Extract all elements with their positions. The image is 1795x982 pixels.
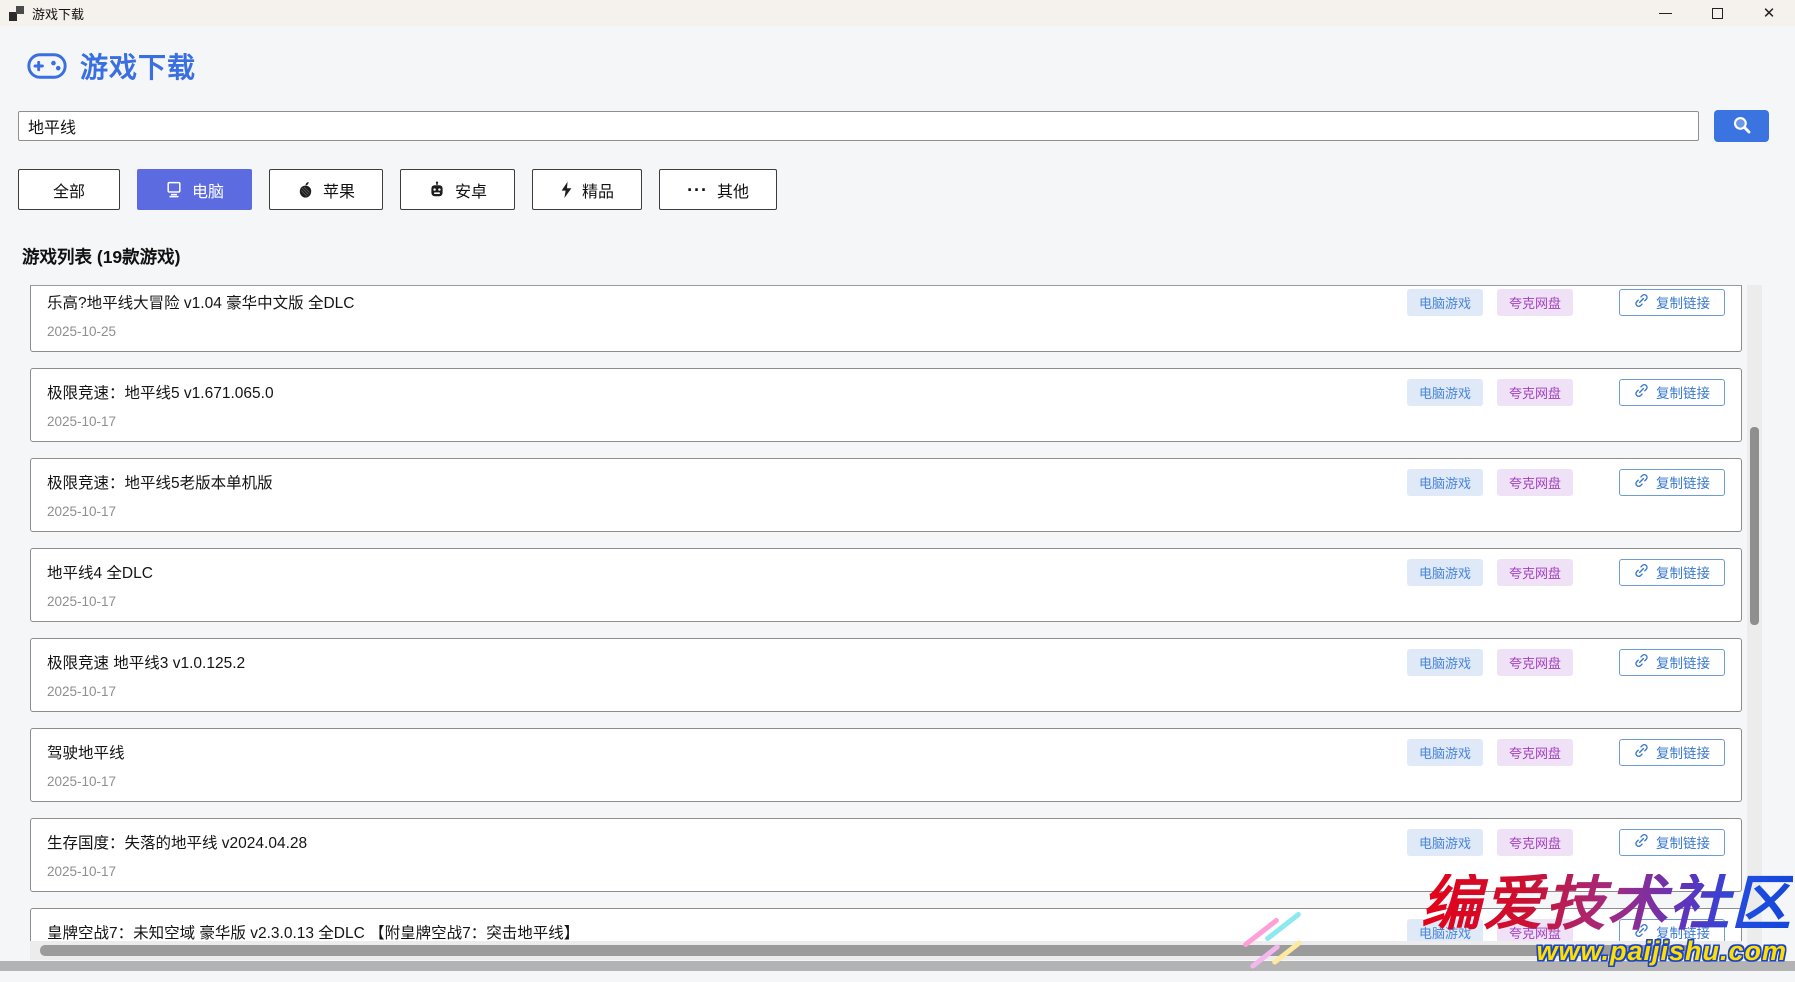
copy-link-button[interactable]: 复制链接 — [1619, 649, 1725, 676]
source-badge: 夸克网盘 — [1497, 379, 1573, 406]
game-list-item: 极限竞速 地平线3 v1.0.125.2 电脑游戏 夸克网盘 复制链接 2025… — [30, 638, 1742, 712]
copy-link-label: 复制链接 — [1656, 922, 1710, 942]
game-title: 极限竞速：地平线5 v1.671.065.0 — [47, 381, 1397, 403]
source-badge: 夸克网盘 — [1497, 739, 1573, 766]
platform-badge: 电脑游戏 — [1407, 739, 1483, 766]
source-badge: 夸克网盘 — [1497, 649, 1573, 676]
link-icon — [1634, 923, 1649, 941]
game-list: 乐高?地平线大冒险 v1.04 豪华中文版 全DLC 电脑游戏 夸克网盘 复制链… — [30, 285, 1742, 958]
game-date: 2025-10-17 — [47, 414, 1725, 429]
minimize-button[interactable] — [1639, 0, 1691, 26]
filter-label: 电脑 — [192, 178, 224, 202]
game-date: 2025-10-25 — [47, 324, 1725, 339]
app-window-icon — [9, 6, 24, 21]
ellipsis-icon: ··· — [687, 181, 708, 199]
gamepad-icon — [27, 50, 67, 82]
platform-badge: 电脑游戏 — [1407, 559, 1483, 586]
android-icon — [428, 181, 446, 199]
search-icon — [1732, 115, 1752, 138]
game-date: 2025-10-17 — [47, 594, 1725, 609]
source-badge: 夸克网盘 — [1497, 469, 1573, 496]
window-title: 游戏下载 — [32, 4, 84, 23]
game-title: 生存国度：失落的地平线 v2024.04.28 — [47, 831, 1397, 853]
copy-link-button[interactable]: 复制链接 — [1619, 289, 1725, 316]
copy-link-label: 复制链接 — [1656, 742, 1710, 762]
copy-link-button[interactable]: 复制链接 — [1619, 379, 1725, 406]
link-icon — [1634, 563, 1649, 581]
filter-label: 精品 — [582, 178, 614, 202]
game-date: 2025-10-17 — [47, 774, 1725, 789]
platform-badge: 电脑游戏 — [1407, 829, 1483, 856]
maximize-button[interactable] — [1691, 0, 1743, 26]
source-badge: 夸克网盘 — [1497, 559, 1573, 586]
filter-label: 安卓 — [455, 178, 487, 202]
copy-link-label: 复制链接 — [1656, 652, 1710, 672]
game-title: 驾驶地平线 — [47, 741, 1397, 763]
game-list-item: 生存国度：失落的地平线 v2024.04.28 电脑游戏 夸克网盘 复制链接 2… — [30, 818, 1742, 892]
vertical-scrollbar[interactable] — [1747, 285, 1762, 958]
source-badge: 夸克网盘 — [1497, 829, 1573, 856]
list-header: 游戏列表 (19款游戏) — [22, 244, 180, 269]
maximize-icon — [1712, 8, 1723, 19]
vertical-scrollbar-thumb[interactable] — [1750, 427, 1759, 625]
horizontal-scrollbar-thumb[interactable] — [40, 945, 1690, 956]
close-icon: ✕ — [1763, 6, 1776, 21]
close-button[interactable]: ✕ — [1743, 0, 1795, 26]
link-icon — [1634, 473, 1649, 491]
copy-link-button[interactable]: 复制链接 — [1619, 829, 1725, 856]
filter-label: 其他 — [717, 178, 749, 202]
game-list-item: 极限竞速：地平线5 v1.671.065.0 电脑游戏 夸克网盘 复制链接 20… — [30, 368, 1742, 442]
filter-label: 苹果 — [323, 178, 355, 202]
copy-link-label: 复制链接 — [1656, 562, 1710, 582]
page-title: 游戏下载 — [80, 46, 196, 86]
copy-link-button[interactable]: 复制链接 — [1619, 469, 1725, 496]
filter-pc-button[interactable]: 电脑 — [137, 169, 252, 210]
link-icon — [1634, 293, 1649, 311]
game-list-item: 驾驶地平线 电脑游戏 夸克网盘 复制链接 2025-10-17 — [30, 728, 1742, 802]
filter-bar: 全部 电脑 苹果 — [18, 169, 777, 210]
game-title: 极限竞速：地平线5老版本单机版 — [47, 471, 1397, 493]
link-icon — [1634, 743, 1649, 761]
computer-icon — [165, 181, 183, 198]
title-bar: 游戏下载 ✕ — [0, 0, 1795, 26]
filter-premium-button[interactable]: 精品 — [532, 169, 642, 210]
source-badge: 夸克网盘 — [1497, 289, 1573, 316]
game-title: 地平线4 全DLC — [47, 561, 1397, 583]
filter-android-button[interactable]: 安卓 — [400, 169, 515, 210]
apple-icon — [297, 181, 314, 199]
game-title: 皇牌空战7：未知空域 豪华版 v2.3.0.13 全DLC 【附皇牌空战7：突击… — [47, 921, 1397, 943]
filter-other-button[interactable]: ··· 其他 — [659, 169, 777, 210]
copy-link-label: 复制链接 — [1656, 472, 1710, 492]
minimize-icon — [1659, 13, 1672, 14]
game-list-item: 极限竞速：地平线5老版本单机版 电脑游戏 夸克网盘 复制链接 2025-10-1… — [30, 458, 1742, 532]
game-date: 2025-10-17 — [47, 684, 1725, 699]
game-title: 极限竞速 地平线3 v1.0.125.2 — [47, 651, 1397, 673]
horizontal-scrollbar[interactable] — [30, 941, 1742, 960]
game-list-item: 地平线4 全DLC 电脑游戏 夸克网盘 复制链接 2025-10-17 — [30, 548, 1742, 622]
platform-badge: 电脑游戏 — [1407, 649, 1483, 676]
copy-link-label: 复制链接 — [1656, 292, 1710, 312]
filter-label: 全部 — [53, 178, 85, 202]
copy-link-label: 复制链接 — [1656, 832, 1710, 852]
page-header: 游戏下载 — [27, 46, 196, 86]
search-button[interactable] — [1714, 110, 1769, 142]
game-date: 2025-10-17 — [47, 864, 1725, 879]
platform-badge: 电脑游戏 — [1407, 289, 1483, 316]
link-icon — [1634, 833, 1649, 851]
game-title: 乐高?地平线大冒险 v1.04 豪华中文版 全DLC — [47, 291, 1397, 313]
game-date: 2025-10-17 — [47, 504, 1725, 519]
copy-link-button[interactable]: 复制链接 — [1619, 739, 1725, 766]
platform-badge: 电脑游戏 — [1407, 469, 1483, 496]
copy-link-label: 复制链接 — [1656, 382, 1710, 402]
search-input[interactable] — [18, 111, 1699, 141]
window-bottom-edge — [0, 961, 1795, 971]
filter-all-button[interactable]: 全部 — [18, 169, 120, 210]
copy-link-button[interactable]: 复制链接 — [1619, 559, 1725, 586]
filter-apple-button[interactable]: 苹果 — [269, 169, 383, 210]
platform-badge: 电脑游戏 — [1407, 379, 1483, 406]
lightning-icon — [560, 181, 573, 199]
link-icon — [1634, 653, 1649, 671]
game-list-item: 乐高?地平线大冒险 v1.04 豪华中文版 全DLC 电脑游戏 夸克网盘 复制链… — [30, 285, 1742, 352]
link-icon — [1634, 383, 1649, 401]
